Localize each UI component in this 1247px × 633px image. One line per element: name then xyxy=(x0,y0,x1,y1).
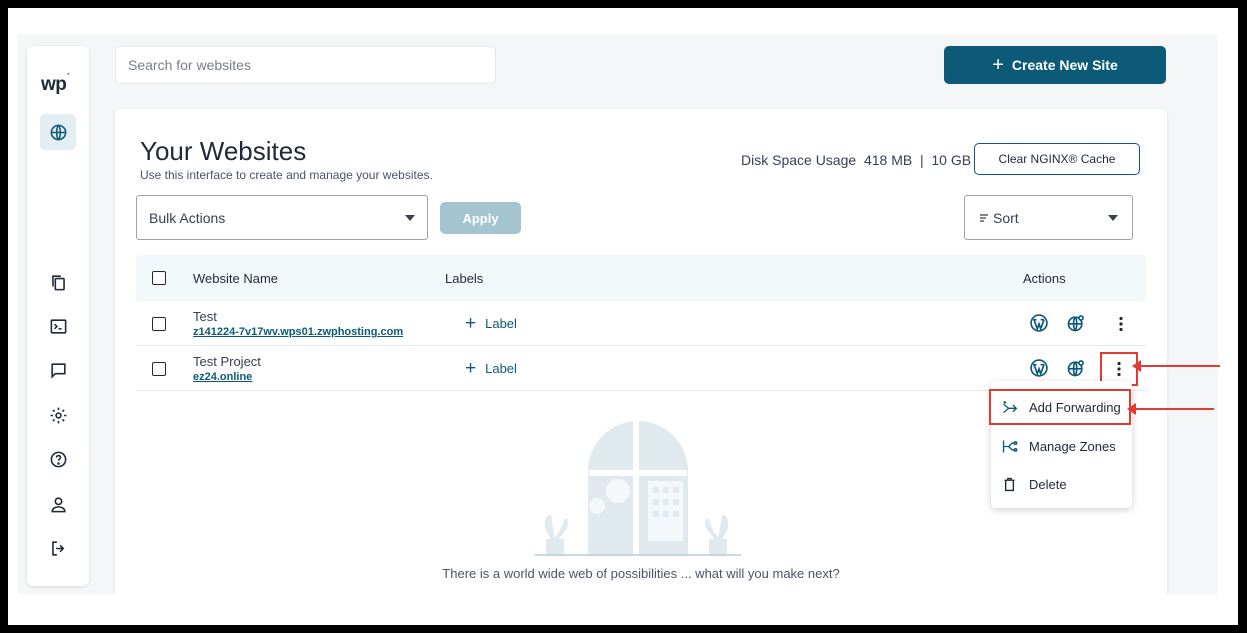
table-row: Test z141224-7v17wv.wps01.zwphosting.com… xyxy=(136,301,1146,346)
menu-item-label: Manage Zones xyxy=(1029,438,1116,454)
create-new-site-button[interactable]: + Create New Site xyxy=(944,46,1166,84)
wordpress-icon[interactable] xyxy=(1028,312,1050,334)
logout-icon[interactable] xyxy=(40,530,76,566)
clear-cache-button[interactable]: Clear NGINX® Cache xyxy=(974,143,1140,175)
sidebar: wp˙ xyxy=(27,46,89,586)
column-labels: Labels xyxy=(445,271,484,286)
annotation-arrow xyxy=(1132,360,1220,372)
disk-usage-label: Disk Space Usage xyxy=(741,152,857,168)
create-new-site-label: Create New Site xyxy=(1011,57,1118,73)
bulk-actions-label: Bulk Actions xyxy=(149,209,226,226)
column-actions: Actions xyxy=(1023,271,1066,286)
chevron-down-icon xyxy=(1108,215,1118,221)
sort-select[interactable]: Sort xyxy=(964,195,1133,240)
row-checkbox[interactable] xyxy=(152,317,166,331)
settings-icon[interactable] xyxy=(40,397,76,433)
empty-state-text: There is a world wide web of possibiliti… xyxy=(442,566,840,581)
screenshot-frame: wp˙ + Create New Site Yo xyxy=(8,8,1238,625)
forward-icon xyxy=(1003,400,1018,413)
plus-icon: + xyxy=(992,54,1004,76)
table-header: Website Name Labels Actions xyxy=(136,255,1146,301)
sort-label: Sort xyxy=(993,209,1019,226)
select-all-checkbox[interactable] xyxy=(152,271,166,285)
annotation-arrow xyxy=(1127,403,1214,415)
more-actions-button[interactable] xyxy=(1103,310,1139,338)
column-website-name: Website Name xyxy=(193,271,279,286)
copy-icon[interactable] xyxy=(40,264,76,300)
logo[interactable]: wp˙ xyxy=(41,71,70,96)
add-label-button[interactable]: + Label xyxy=(465,359,517,378)
dns-globe-icon[interactable] xyxy=(1065,312,1087,334)
help-icon[interactable] xyxy=(40,441,76,477)
chevron-down-icon xyxy=(405,215,415,221)
site-name: Test xyxy=(193,309,217,324)
websites-table: Website Name Labels Actions Test z141224… xyxy=(136,255,1146,391)
kebab-icon xyxy=(1117,361,1121,377)
menu-item-manage-zones[interactable]: Manage Zones xyxy=(991,428,1132,464)
page-subtitle: Use this interface to create and manage … xyxy=(140,168,433,182)
plus-icon: + xyxy=(465,313,477,334)
kebab-icon xyxy=(1119,316,1123,332)
zones-icon xyxy=(1002,440,1018,452)
disk-usage: Disk Space Usage 418 MB | 10 GB xyxy=(741,152,971,168)
row-checkbox[interactable] xyxy=(152,362,166,376)
wordpress-icon[interactable] xyxy=(1028,357,1050,379)
search-input[interactable] xyxy=(115,46,496,84)
empty-state-illustration xyxy=(535,421,741,556)
site-url-link[interactable]: ez24.online xyxy=(193,371,252,383)
terminal-icon[interactable] xyxy=(40,308,76,344)
menu-item-label: Add Forwarding xyxy=(1029,399,1121,415)
page-title: Your Websites xyxy=(140,136,307,166)
actions-dropdown-menu: Add Forwarding Manage Zones Delete xyxy=(989,381,1132,508)
chat-icon[interactable] xyxy=(40,352,76,388)
websites-card: Your Websites Use this interface to crea… xyxy=(115,109,1167,594)
menu-item-delete[interactable]: Delete xyxy=(991,466,1132,502)
dns-globe-icon[interactable] xyxy=(1065,357,1087,379)
plus-icon: + xyxy=(465,358,477,379)
app: wp˙ + Create New Site Yo xyxy=(18,34,1218,594)
site-url-link[interactable]: z141224-7v17wv.wps01.zwphosting.com xyxy=(193,326,403,338)
site-name: Test Project xyxy=(193,354,261,369)
disk-usage-value: 418 MB | 10 GB xyxy=(863,152,972,168)
sort-icon xyxy=(980,213,988,222)
globe-icon[interactable] xyxy=(40,114,76,150)
trash-icon xyxy=(1004,477,1015,491)
user-icon[interactable] xyxy=(40,486,76,522)
apply-button[interactable]: Apply xyxy=(440,202,521,234)
add-label-text: Label xyxy=(485,316,517,331)
add-label-text: Label xyxy=(485,361,517,376)
menu-item-label: Delete xyxy=(1029,476,1067,492)
menu-item-add-forwarding[interactable]: Add Forwarding xyxy=(989,389,1131,425)
add-label-button[interactable]: + Label xyxy=(465,314,517,333)
bulk-actions-select[interactable]: Bulk Actions xyxy=(136,195,428,240)
